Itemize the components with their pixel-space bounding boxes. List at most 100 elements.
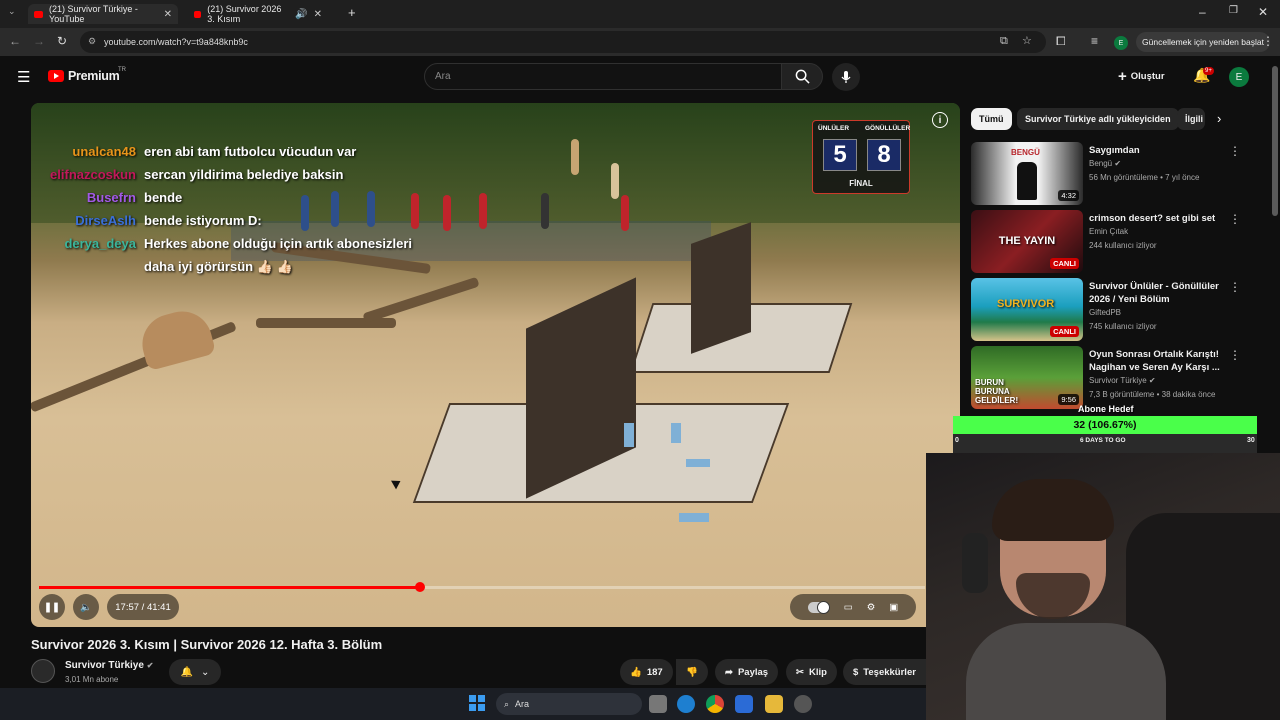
contestant xyxy=(479,193,487,229)
obs-icon[interactable] xyxy=(794,695,812,713)
more-options-icon[interactable]: ⋮ xyxy=(1229,348,1241,362)
recommendation-item[interactable]: THE YAYIN CANLI crimson desert? set gibi… xyxy=(971,210,1251,274)
settings-gear-icon[interactable]: ⚙ xyxy=(867,602,876,613)
contestant xyxy=(621,195,629,231)
streamer-webcam xyxy=(926,453,1280,720)
clip-label: Klip xyxy=(808,666,827,678)
hamburger-menu-icon[interactable]: ☰ xyxy=(17,68,30,86)
reload-icon[interactable]: ↻ xyxy=(57,34,67,48)
close-tab-icon[interactable]: ✕ xyxy=(164,9,172,20)
shirt xyxy=(966,623,1166,720)
tab-list-chevron-icon[interactable]: ⌄ xyxy=(8,6,16,17)
page-scrollbar[interactable] xyxy=(1272,66,1278,216)
recommendation-title[interactable]: Saygımdan xyxy=(1089,144,1225,157)
contestant xyxy=(541,193,549,229)
windows-start-icon[interactable] xyxy=(469,695,485,711)
video-progress-bar[interactable] xyxy=(39,582,925,592)
account-avatar[interactable]: E xyxy=(1229,67,1249,87)
video-thumbnail[interactable]: THE YAYIN CANLI xyxy=(971,210,1083,273)
profile-avatar[interactable]: E xyxy=(1114,36,1128,50)
recommendation-meta: 56 Mn görüntüleme • 7 yıl önce xyxy=(1089,173,1200,182)
team-right-score: 8 xyxy=(867,139,901,171)
bookmark-star-icon[interactable]: ☆ xyxy=(1022,34,1032,47)
more-options-icon[interactable]: ⋮ xyxy=(1229,212,1241,226)
create-button[interactable]: + Oluştur xyxy=(1118,64,1174,88)
close-window-icon[interactable]: ✕ xyxy=(1258,5,1268,19)
pause-button[interactable]: ❚❚ xyxy=(39,594,65,620)
share-button[interactable]: ➦ Paylaş xyxy=(715,659,779,685)
speaker-icon[interactable]: 🔊 xyxy=(295,9,307,20)
wooden-block xyxy=(686,459,710,467)
like-button[interactable]: 👍 187 xyxy=(620,659,673,685)
game-wall xyxy=(691,222,751,354)
forward-icon[interactable]: → xyxy=(33,34,45,48)
thanks-button[interactable]: $ Teşekkürler xyxy=(843,659,926,685)
recommendation-title[interactable]: Oyun Sonrası Ortalık Karıştı! Nagihan ve… xyxy=(1089,348,1225,374)
microphone-icon xyxy=(841,71,851,83)
update-restart-button[interactable]: Güncellemek için yeniden başlat xyxy=(1136,32,1270,52)
thumbnail-text: THE YAYIN xyxy=(998,235,1056,247)
subtitles-icon[interactable]: ▭ xyxy=(844,602,853,613)
chip-scroll-right-icon[interactable]: › xyxy=(1217,111,1221,126)
search-input[interactable]: Ara xyxy=(424,63,782,90)
more-options-icon[interactable]: ⋮ xyxy=(1229,280,1241,294)
minimize-icon[interactable]: – xyxy=(1199,5,1206,19)
recommendation-title[interactable]: crimson desert? set gibi set xyxy=(1089,212,1225,225)
taskbar-search[interactable]: ⌕ Ara xyxy=(496,693,642,715)
autoplay-toggle-icon[interactable] xyxy=(807,600,830,614)
recommendation-item[interactable]: BENGÜ 4:32 Saygımdan Bengü ✔ 56 Mn görün… xyxy=(971,142,1251,206)
miniplayer-icon[interactable]: ▣ xyxy=(889,602,898,613)
browser-tab-video[interactable]: (21) Survivor 2026 3. Kısım 🔊 ✕ xyxy=(188,4,328,24)
close-tab-icon[interactable]: ✕ xyxy=(314,9,322,20)
video-thumbnail[interactable]: SURVIVOR CANLI xyxy=(971,278,1083,341)
progress-played xyxy=(39,586,420,589)
scissors-icon: ✂ xyxy=(796,666,804,678)
voice-search-button[interactable] xyxy=(832,63,860,91)
clip-button[interactable]: ✂ Klip xyxy=(786,659,837,685)
extensions-icon[interactable]: ⧠ xyxy=(1056,34,1066,49)
progress-scrubber[interactable] xyxy=(414,582,425,592)
subscriber-count: 3,01 Mn abone xyxy=(65,675,119,684)
youtube-logo-icon[interactable] xyxy=(48,70,64,82)
new-tab-icon[interactable]: + xyxy=(348,5,356,20)
more-options-icon[interactable]: ⋮ xyxy=(1229,144,1241,158)
video-thumbnail[interactable]: BENGÜ 4:32 xyxy=(971,142,1083,205)
info-icon[interactable]: i xyxy=(932,112,948,128)
volume-icon: 🔈 xyxy=(80,601,92,613)
channel-avatar[interactable] xyxy=(31,659,55,683)
chat-username: derya_deya xyxy=(64,236,136,251)
chip-related[interactable]: İlgili xyxy=(1177,108,1205,130)
search-button[interactable] xyxy=(781,63,823,90)
contestant xyxy=(571,139,579,175)
channel-name[interactable]: Survivor Türkiye ✔ xyxy=(65,660,153,671)
install-app-icon[interactable]: ⧉ xyxy=(1000,35,1008,48)
url-text: youtube.com/watch?v=t9a848knb9c xyxy=(104,37,248,47)
video-thumbnail[interactable]: BURUN BURUNA GELDİLER! 9:56 xyxy=(971,346,1083,409)
browser-tab-youtube[interactable]: (21) Survivor Türkiye - YouTube ✕ xyxy=(28,4,178,24)
recommendation-title[interactable]: Survivor Ünlüler - Gönüllüler 2026 / Yen… xyxy=(1089,280,1225,306)
subscription-bell-button[interactable]: 🔔 ⌄ xyxy=(169,659,221,685)
chrome-icon[interactable] xyxy=(706,695,724,713)
sub-goal-value: 32 (106.67%) xyxy=(1073,419,1137,431)
mail-icon[interactable] xyxy=(735,695,753,713)
chip-all[interactable]: Tümü xyxy=(971,108,1012,130)
file-explorer-icon[interactable] xyxy=(765,695,783,713)
media-control-icon[interactable]: ≡ xyxy=(1091,34,1098,48)
recommendation-item[interactable]: SURVIVOR CANLI Survivor Ünlüler - Gönüll… xyxy=(971,278,1251,342)
dislike-button[interactable]: 👎 xyxy=(676,659,708,685)
task-view-icon[interactable] xyxy=(649,695,667,713)
contestant xyxy=(443,195,451,231)
browser-menu-icon[interactable]: ⋮ xyxy=(1262,34,1274,48)
logo-text[interactable]: Premium xyxy=(68,69,120,83)
recommendation-item[interactable]: BURUN BURUNA GELDİLER! 9:56 Oyun Sonrası… xyxy=(971,346,1251,410)
edge-icon[interactable] xyxy=(677,695,695,713)
restore-icon[interactable]: ❐ xyxy=(1229,5,1238,16)
video-player[interactable]: unalcan48 eren abi tam futbolcu vücudun … xyxy=(31,103,960,627)
contestant-crawling xyxy=(135,304,217,372)
site-info-icon[interactable]: ⚙ xyxy=(88,36,96,47)
volume-button[interactable]: 🔈 xyxy=(73,594,99,620)
address-bar[interactable]: ⚙ youtube.com/watch?v=t9a848knb9c ⧉ ☆ xyxy=(80,31,1046,53)
back-icon[interactable]: ← xyxy=(9,34,21,48)
chip-from-uploader[interactable]: Survivor Türkiye adlı yükleyiciden xyxy=(1017,108,1179,130)
tab-title: (21) Survivor 2026 3. Kısım xyxy=(207,4,282,24)
